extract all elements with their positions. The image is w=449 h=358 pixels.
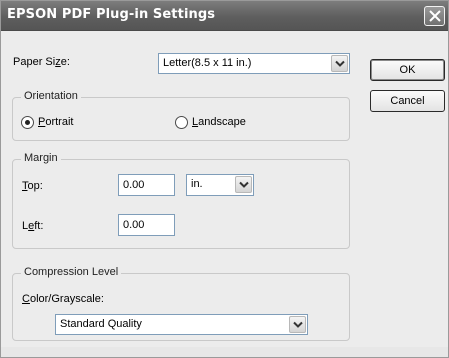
paper-size-select[interactable]: Letter(8.5 x 11 in.) xyxy=(158,53,350,74)
unit-dropdown-button[interactable] xyxy=(235,176,252,193)
window-title: EPSON PDF Plug-in Settings xyxy=(7,7,216,22)
cancel-button[interactable]: Cancel xyxy=(370,90,445,112)
close-button[interactable] xyxy=(424,6,445,26)
cancel-button-label: Cancel xyxy=(390,95,425,107)
chevron-down-icon xyxy=(239,181,249,188)
top-margin-input[interactable]: 0.00 xyxy=(118,174,175,196)
color-grayscale-label: Color/Grayscale: xyxy=(22,293,104,305)
margin-group: Margin xyxy=(12,152,350,249)
landscape-radio[interactable] xyxy=(175,116,188,129)
color-grayscale-value: Standard Quality xyxy=(60,318,142,330)
chevron-down-icon xyxy=(335,60,345,67)
unit-select[interactable]: in. xyxy=(186,174,254,196)
orientation-group-title: Orientation xyxy=(21,90,81,102)
color-grayscale-select[interactable]: Standard Quality xyxy=(55,314,308,335)
paper-size-dropdown-button[interactable] xyxy=(331,55,348,72)
unit-value: in. xyxy=(191,178,203,190)
left-margin-value: 0.00 xyxy=(123,219,145,231)
chevron-down-icon xyxy=(293,321,303,328)
top-margin-label: Top: xyxy=(22,180,43,192)
portrait-label[interactable]: Portrait xyxy=(38,116,73,128)
ok-button[interactable]: OK xyxy=(370,59,445,81)
ok-button-label: OK xyxy=(399,64,416,76)
paper-size-value: Letter(8.5 x 11 in.) xyxy=(163,57,252,69)
title-bar[interactable]: EPSON PDF Plug-in Settings xyxy=(1,1,448,31)
paper-size-label: Paper Size: xyxy=(13,56,70,68)
color-grayscale-dropdown-button[interactable] xyxy=(289,316,306,333)
top-margin-value: 0.00 xyxy=(123,179,145,191)
left-margin-label: Left: xyxy=(22,220,44,232)
portrait-radio[interactable] xyxy=(21,116,34,129)
landscape-label[interactable]: Landscape xyxy=(192,116,246,128)
left-margin-input[interactable]: 0.00 xyxy=(118,214,175,236)
settings-dialog: EPSON PDF Plug-in Settings Paper Size: L… xyxy=(0,0,449,358)
radio-selected-dot xyxy=(25,120,30,125)
margin-group-title: Margin xyxy=(21,152,61,164)
close-icon xyxy=(429,10,441,22)
compression-group-title: Compression Level xyxy=(21,266,122,278)
dialog-bottom-edge xyxy=(1,347,448,357)
